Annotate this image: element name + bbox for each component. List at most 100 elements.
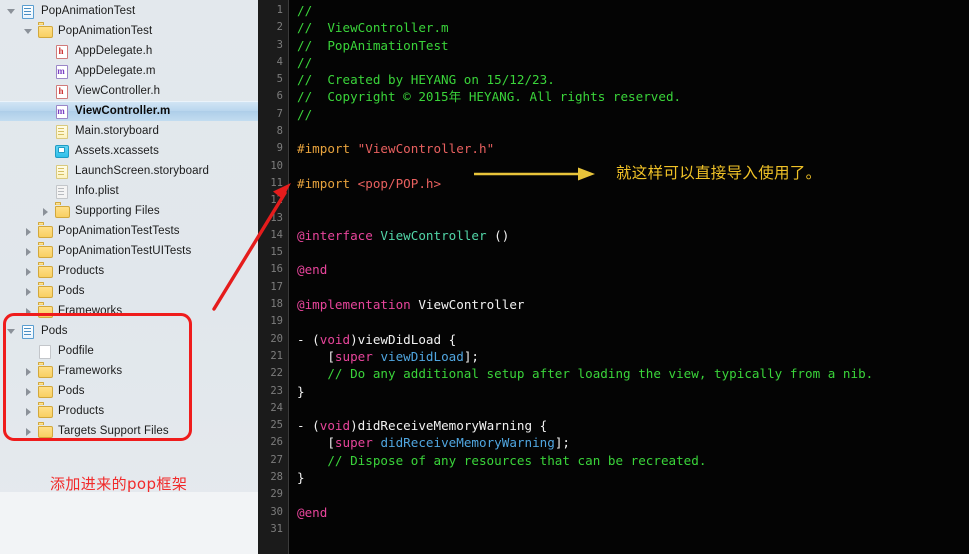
twisty-spacer (40, 186, 51, 197)
source-code-editor[interactable]: 1 2 3 4 5 6 7 8 9 10 11 12 13 14 15 16 17 18 19 20 21 22 23 24 2… (258, 0, 969, 554)
chevron-right-icon[interactable] (23, 226, 34, 237)
plain-file-icon (38, 344, 53, 359)
chevron-down-icon[interactable] (6, 326, 17, 337)
code-token: @interface (297, 227, 381, 243)
tree-row[interactable]: Pods (0, 281, 258, 301)
tree-row[interactable]: Info.plist (0, 181, 258, 201)
tree-row[interactable]: PopAnimationTestTests (0, 221, 258, 241)
twisty-spacer (40, 146, 51, 157)
line-number: 19 (270, 315, 283, 328)
code-line: - (void)viewDidLoad { (297, 331, 969, 348)
chevron-right-icon[interactable] (23, 406, 34, 417)
chevron-right-icon[interactable] (23, 246, 34, 257)
chevron-right-icon[interactable] (23, 266, 34, 277)
tree-row-label: AppDelegate.h (75, 45, 153, 57)
tree-row[interactable]: PopAnimationTest (0, 21, 258, 41)
xcode-window: PopAnimationTest PopAnimationTest h AppDele… (0, 0, 969, 554)
code-token: ]; (463, 348, 480, 364)
folder-icon (55, 204, 70, 219)
line-number: 28 (270, 471, 283, 484)
line-number: 5 (276, 73, 283, 86)
tree-row-label: Assets.xcassets (75, 145, 159, 157)
code-line: @interface ViewController () (297, 227, 969, 244)
code-line: - (void)didReceiveMemoryWarning { (297, 417, 969, 434)
code-line: // PopAnimationTest (297, 37, 969, 54)
tree-row-label: Products (58, 265, 105, 277)
code-token: "ViewController.h" (357, 141, 495, 157)
code-line: @end (297, 261, 969, 278)
folder-icon (38, 304, 53, 319)
chevron-right-icon[interactable] (23, 306, 34, 317)
code-line: #import "ViewController.h" (297, 140, 969, 157)
tree-row[interactable]: Main.storyboard (0, 121, 258, 141)
code-token: // Created by HEYANG on 15/12/23. (297, 72, 555, 88)
code-token: // PopAnimationTest (297, 37, 449, 53)
chevron-down-icon[interactable] (6, 6, 17, 17)
code-token: ViewController (418, 297, 525, 313)
line-number: 20 (270, 332, 283, 345)
chevron-right-icon[interactable] (23, 386, 34, 397)
code-token: @implementation (297, 297, 419, 313)
code-token: <pop/POP.h> (357, 175, 442, 191)
tree-row-label: Supporting Files (75, 205, 160, 217)
tree-row[interactable]: Podfile (0, 341, 258, 361)
tree-row[interactable]: Pods (0, 381, 258, 401)
tree-row[interactable]: h ViewController.h (0, 81, 258, 101)
code-token: )viewDidLoad { (350, 331, 457, 347)
code-token: @end (297, 262, 328, 278)
tree-row-label: ViewController.m (75, 105, 171, 117)
project-navigator[interactable]: PopAnimationTest PopAnimationTest h AppDele… (0, 0, 258, 554)
code-token: viewDidLoad (380, 348, 464, 364)
line-number: 1 (276, 4, 283, 16)
twisty-spacer (40, 126, 51, 137)
tree-row[interactable]: PopAnimationTestUITests (0, 241, 258, 261)
storyboard-file-icon (55, 124, 70, 139)
tree-row-label: Frameworks (58, 305, 123, 317)
line-number: 8 (276, 125, 283, 138)
project-file-tree[interactable]: PopAnimationTest PopAnimationTest h AppDele… (0, 0, 258, 441)
tree-row[interactable]: h AppDelegate.h (0, 41, 258, 61)
chevron-right-icon[interactable] (23, 426, 34, 437)
navigator-empty-area (0, 492, 258, 554)
line-number: 13 (270, 211, 283, 224)
tree-row-label: Main.storyboard (75, 125, 159, 137)
chevron-down-icon[interactable] (23, 26, 34, 37)
line-number: 9 (276, 142, 283, 155)
header-file-icon: h (55, 84, 70, 99)
tree-row[interactable]: Products (0, 261, 258, 281)
code-token: #import (297, 175, 358, 191)
line-number: 23 (270, 384, 283, 397)
folder-icon (38, 384, 53, 399)
tree-row-label: Products (58, 405, 105, 417)
tree-row[interactable]: Frameworks (0, 361, 258, 381)
tree-row[interactable]: Frameworks (0, 301, 258, 321)
line-number: 18 (270, 298, 283, 311)
tree-row[interactable]: Targets Support Files (0, 421, 258, 441)
chevron-right-icon[interactable] (40, 206, 51, 217)
line-number: 22 (270, 367, 283, 380)
code-content[interactable]: // // ViewController.m// PopAnimationTest… (289, 0, 969, 554)
chevron-right-icon[interactable] (23, 286, 34, 297)
tree-row[interactable]: Products (0, 401, 258, 421)
line-number: 6 (276, 90, 283, 103)
tree-row-label: Pods (41, 325, 68, 337)
tree-row[interactable]: Supporting Files (0, 201, 258, 221)
code-token: super (334, 435, 373, 451)
tree-row[interactable]: m AppDelegate.m (0, 61, 258, 81)
tree-row[interactable]: PopAnimationTest (0, 1, 258, 21)
line-number: 26 (270, 436, 283, 449)
tree-row[interactable]: m ViewController.m (0, 101, 258, 121)
tree-row[interactable]: LaunchScreen.storyboard (0, 161, 258, 181)
tree-row-label: PopAnimationTest (58, 25, 153, 37)
tree-row[interactable]: Assets.xcassets (0, 141, 258, 161)
tree-row[interactable]: Pods (0, 321, 258, 341)
chevron-right-icon[interactable] (23, 366, 34, 377)
twisty-spacer (23, 346, 34, 357)
folder-icon (38, 224, 53, 239)
code-line: // (297, 54, 969, 71)
